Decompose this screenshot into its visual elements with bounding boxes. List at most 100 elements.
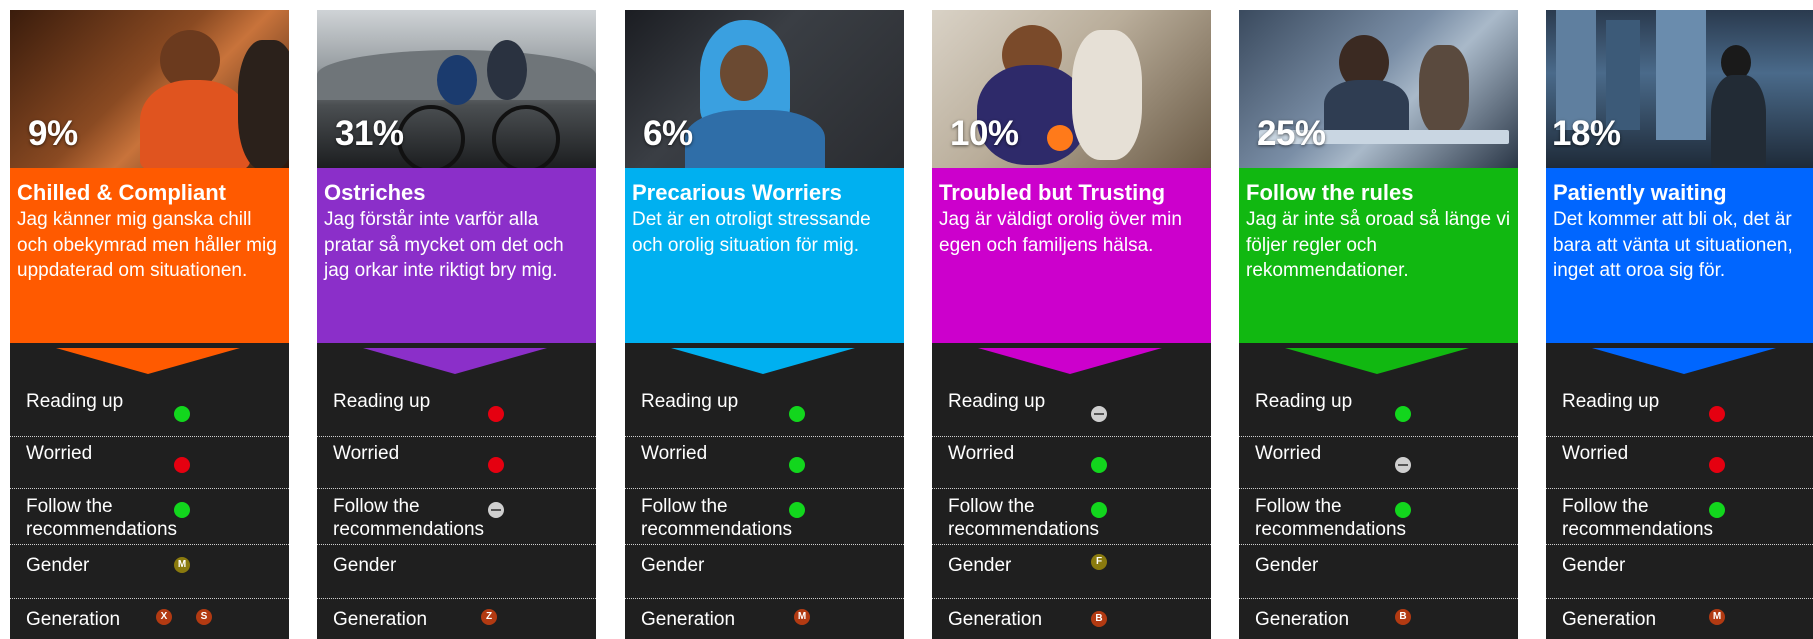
segment-arrow (1592, 348, 1776, 374)
row-divider (10, 488, 289, 489)
row-divider (625, 488, 904, 489)
segment-header: Precarious Worriers Det är en otroligt s… (625, 168, 904, 343)
row-label: Worried (641, 443, 708, 464)
row-divider (932, 436, 1211, 437)
row-follow-recommendations: Follow the recommendations (1546, 495, 1813, 541)
row-label: Worried (1562, 443, 1629, 464)
row-divider (1239, 488, 1518, 489)
segment-percentage: 25% (1257, 114, 1326, 153)
generation-badge: M (794, 609, 810, 625)
segment-description: Jag känner mig ganska chill och obekymra… (17, 209, 277, 281)
row-label: Gender (641, 555, 705, 576)
row-label: Reading up (26, 391, 124, 412)
segment-arrow (671, 348, 855, 374)
row-follow-recommendations: Follow the recommendations (10, 495, 289, 541)
segment-title: Follow the rules (1246, 180, 1414, 205)
segment-photo: 10% (932, 10, 1211, 168)
segment-title: Precarious Worriers (632, 180, 842, 205)
segment-card-ostriches: 31% Ostriches Jag förstår inte varför al… (317, 10, 596, 639)
row-label: Reading up (948, 391, 1046, 412)
segment-arrow (1285, 348, 1469, 374)
row-label-line2: recommendations (26, 519, 178, 540)
row-label: Generation (948, 609, 1043, 630)
row-label: Generation (1255, 609, 1350, 630)
indicator-red-dot (488, 406, 504, 422)
row-label: Gender (333, 555, 397, 576)
segment-photo: 18% (1546, 10, 1813, 168)
segment-arrow (56, 348, 240, 374)
row-divider (1239, 544, 1518, 545)
segment-card-follow-the-rules: 25% Follow the rules Jag är inte så oroa… (1239, 10, 1518, 639)
segment-arrow (978, 348, 1162, 374)
segment-header: Chilled & Compliant Jag känner mig gansk… (10, 168, 289, 343)
gender-badge: M (174, 557, 190, 573)
generation-badge: M (1709, 609, 1725, 625)
indicator-green-dot (174, 502, 190, 518)
segment-header: Follow the rules Jag är inte så oroad så… (1239, 168, 1518, 343)
segment-card-patiently-waiting: 18% Patiently waiting Det kommer att bli… (1546, 10, 1813, 639)
row-label: Generation (641, 609, 736, 630)
gender-badge: F (1091, 554, 1107, 570)
row-label-line2: recommendations (641, 519, 793, 540)
indicator-green-dot (1395, 406, 1411, 422)
generation-badge: B (1091, 611, 1107, 627)
row-label: Generation (26, 609, 121, 630)
row-label: Reading up (333, 391, 431, 412)
row-divider (317, 488, 596, 489)
segment-card-chilled-compliant: 9% Chilled & Compliant Jag känner mig ga… (10, 10, 289, 639)
segment-header: Troubled but Trusting Jag är väldigt oro… (932, 168, 1211, 343)
row-divider (10, 544, 289, 545)
segment-card-troubled-but-trusting: 10% Troubled but Trusting Jag är väldigt… (932, 10, 1211, 639)
row-label-line2: recommendations (1562, 519, 1714, 540)
segment-header: Patiently waiting Det kommer att bli ok,… (1546, 168, 1813, 343)
row-label: Reading up (1255, 391, 1353, 412)
segment-percentage: 9% (28, 114, 78, 153)
segment-card-precarious-worriers: 6% Precarious Worriers Det är en otrolig… (625, 10, 904, 639)
row-label-line1: Follow the (641, 496, 728, 517)
row-label: Generation (333, 609, 428, 630)
segment-description: Det kommer att bli ok, det är bara att v… (1553, 209, 1793, 281)
indicator-red-dot (1709, 406, 1725, 422)
segment-photo: 9% (10, 10, 289, 168)
row-label: Worried (26, 443, 93, 464)
row-divider (317, 436, 596, 437)
row-divider (625, 436, 904, 437)
indicator-green-dot (174, 406, 190, 422)
segment-percentage: 31% (335, 114, 404, 153)
segment-header: Ostriches Jag förstår inte varför alla p… (317, 168, 596, 343)
row-label: Generation (1562, 609, 1657, 630)
indicator-green-dot (1395, 502, 1411, 518)
row-label: Gender (26, 555, 90, 576)
indicator-green-dot (789, 406, 805, 422)
row-label-line1: Follow the (1562, 496, 1649, 517)
row-divider (932, 488, 1211, 489)
row-label-line1: Follow the (948, 496, 1035, 517)
segment-description: Det är en otroligt stressande och orolig… (632, 209, 871, 256)
row-divider (932, 598, 1211, 599)
row-divider (625, 598, 904, 599)
indicator-green-dot (1091, 457, 1107, 473)
row-divider (10, 598, 289, 599)
generation-badge: S (196, 609, 212, 625)
row-divider (317, 544, 596, 545)
indicator-green-dot (1091, 502, 1107, 518)
row-divider (932, 544, 1211, 545)
row-label-line2: recommendations (948, 519, 1100, 540)
row-label: Gender (1255, 555, 1319, 576)
segment-percentage: 6% (643, 114, 693, 153)
indicator-green-dot (1709, 502, 1725, 518)
indicator-neutral-dot (1395, 457, 1411, 473)
row-label-line1: Follow the (333, 496, 420, 517)
indicator-neutral-dot (488, 502, 504, 518)
indicator-red-dot (174, 457, 190, 473)
row-divider (1546, 488, 1813, 489)
segment-title: Ostriches (324, 180, 426, 205)
row-divider (1239, 436, 1518, 437)
segment-percentage: 18% (1552, 114, 1621, 153)
row-label: Gender (1562, 555, 1626, 576)
indicator-red-dot (488, 457, 504, 473)
segment-description: Jag förstår inte varför alla pratar så m… (324, 209, 564, 281)
generation-badge: X (156, 609, 172, 625)
generation-badge: Z (481, 609, 497, 625)
row-divider (1546, 436, 1813, 437)
